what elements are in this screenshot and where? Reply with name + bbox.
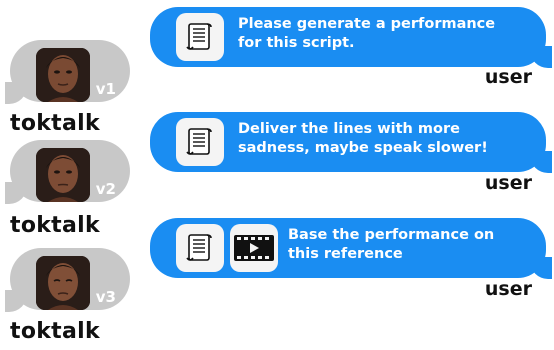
script-scroll-icon xyxy=(176,118,224,166)
bot-message-1: v1 xyxy=(5,40,130,104)
message-text: Deliver the lines with more sadness, may… xyxy=(238,121,488,156)
bot-message-3: v3 xyxy=(5,248,130,312)
script-scroll-icon xyxy=(176,224,224,272)
bot-name-label: toktalk xyxy=(10,111,100,136)
avatar xyxy=(36,48,90,102)
sender-label: user xyxy=(484,172,532,194)
user-message-3: Base the performance on this reference xyxy=(150,218,552,279)
video-reference-icon xyxy=(230,224,278,272)
bot-name-label: toktalk xyxy=(10,319,100,344)
avatar xyxy=(36,256,90,310)
user-message-1: Please generate a performance for this s… xyxy=(150,7,552,68)
script-scroll-icon xyxy=(176,13,224,61)
version-label: v1 xyxy=(95,80,116,98)
message-text: Please generate a performance for this s… xyxy=(238,16,496,51)
bot-name-label: toktalk xyxy=(10,213,100,238)
sender-label: user xyxy=(484,66,532,88)
avatar xyxy=(36,148,90,202)
version-label: v2 xyxy=(95,180,116,198)
sender-label: user xyxy=(484,278,532,300)
bot-message-2: v2 xyxy=(5,140,130,204)
user-message-2: Deliver the lines with more sadness, may… xyxy=(150,112,552,173)
message-text: Base the performance on this reference xyxy=(288,227,495,262)
version-label: v3 xyxy=(95,288,116,306)
